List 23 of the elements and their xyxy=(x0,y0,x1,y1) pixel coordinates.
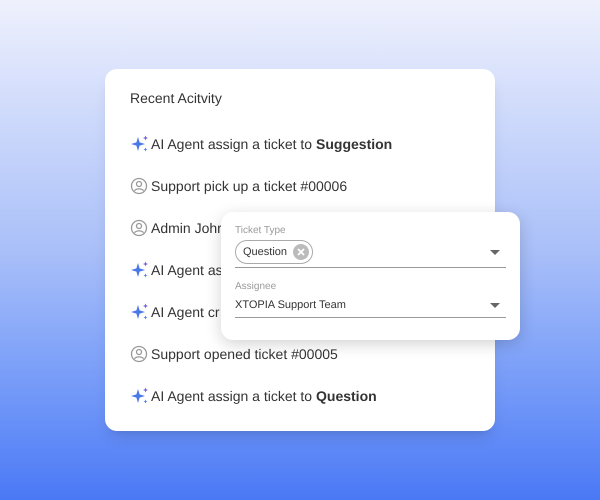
remove-icon[interactable] xyxy=(293,244,310,260)
sparkle-icon xyxy=(130,302,150,322)
activity-text: Admin Johr xyxy=(151,218,222,238)
user-icon xyxy=(130,177,148,195)
select-field[interactable]: Question xyxy=(235,237,506,268)
field-label: Assignee xyxy=(235,280,278,293)
sparkle-icon xyxy=(130,386,150,406)
activity-text: AI Agent assign a ticket to Suggestion xyxy=(151,134,392,154)
sparkle-icon xyxy=(130,260,150,280)
activity-text: AI Agent cr xyxy=(151,302,220,322)
card-title: Recent Acitvity xyxy=(130,89,223,107)
caret-icon xyxy=(490,250,500,254)
field-value: XTOPIA Support Team xyxy=(235,298,346,313)
user-icon xyxy=(130,219,148,237)
select-field[interactable]: XTOPIA Support Team xyxy=(235,293,506,318)
caret-icon xyxy=(490,302,500,308)
sparkle-icon xyxy=(130,134,150,154)
activity-text: Support pick up a ticket #00006 xyxy=(151,176,348,196)
activity-text: AI Agent assign a ticket to Question xyxy=(151,386,377,406)
activity-text: Support opened ticket #00005 xyxy=(151,344,338,364)
field-label: Ticket Type xyxy=(235,224,287,237)
chip-label: Question xyxy=(243,244,288,260)
user-icon xyxy=(130,345,148,363)
